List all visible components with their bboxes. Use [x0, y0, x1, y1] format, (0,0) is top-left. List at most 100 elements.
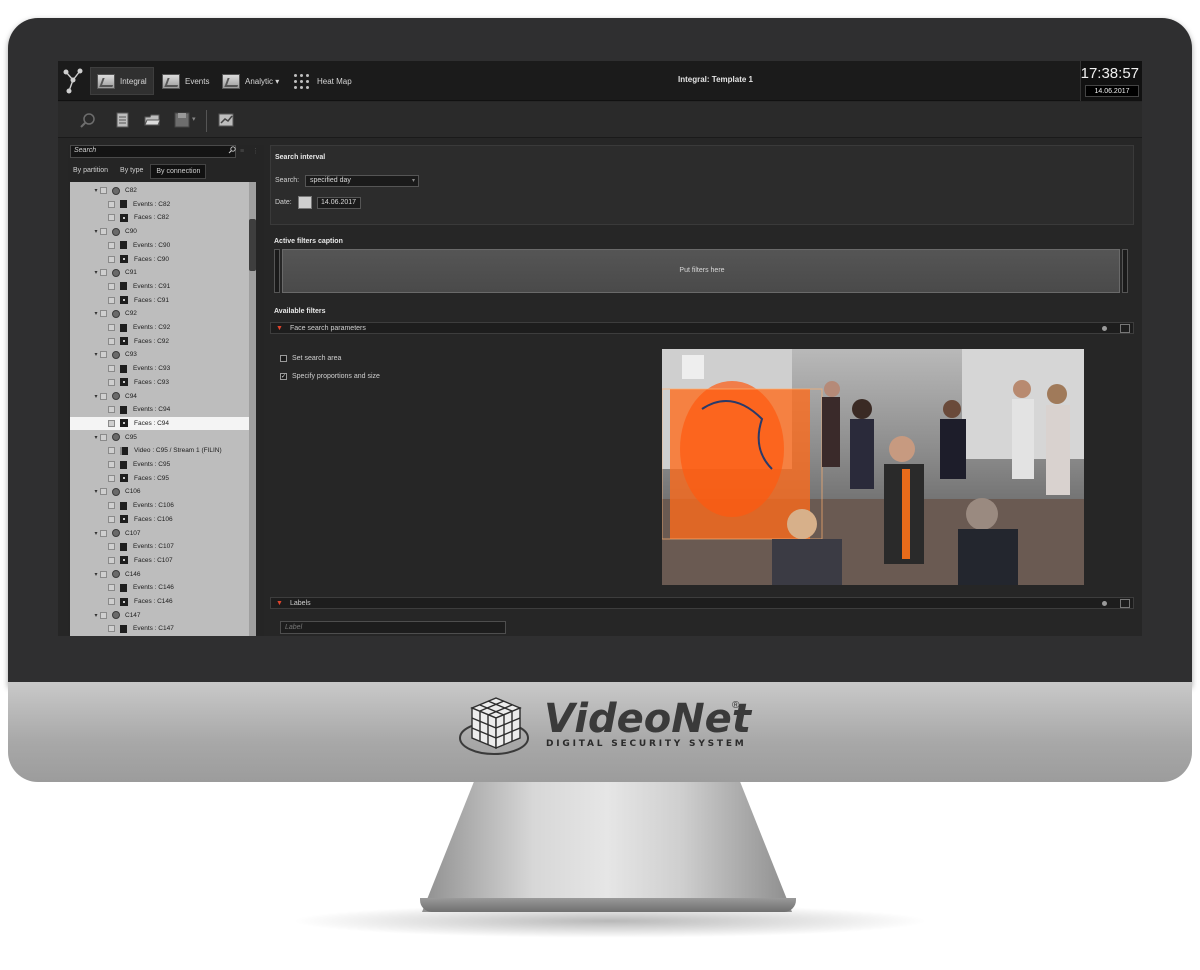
tree-item[interactable]: Faces : C95 [70, 472, 256, 485]
checkbox[interactable] [100, 228, 107, 236]
expand-toggle-icon[interactable]: ▾ [92, 393, 100, 400]
tree-camera-node[interactable]: ▾ C106 [70, 485, 256, 498]
tree-item[interactable]: Events : C82 [70, 198, 256, 211]
proportions-size-option[interactable]: ✓ Specify proportions and size [280, 373, 380, 380]
checkbox[interactable] [108, 584, 115, 592]
tab-by-connection[interactable]: By connection [150, 164, 207, 179]
search-icon[interactable] [228, 146, 236, 154]
tree-item[interactable]: Events : C90 [70, 239, 256, 252]
tree-item[interactable]: Events : C95 [70, 458, 256, 471]
tree-item[interactable]: Faces : C93 [70, 376, 256, 389]
checkbox[interactable] [108, 200, 115, 208]
checkbox[interactable] [100, 529, 107, 537]
tree-camera-node[interactable]: ▾ C107 [70, 527, 256, 540]
expand-toggle-icon[interactable]: ▾ [92, 530, 100, 537]
checkbox[interactable] [108, 365, 115, 373]
expand-toggle-icon[interactable]: ▾ [92, 269, 100, 276]
export-filter-icon[interactable] [1120, 599, 1130, 608]
tree-item[interactable]: Events : C106 [70, 499, 256, 512]
group-menu-icon[interactable] [1102, 601, 1107, 606]
tree-item[interactable]: Faces : C92 [70, 335, 256, 348]
tree-item[interactable]: Faces : C106 [70, 513, 256, 526]
checkbox[interactable] [100, 392, 107, 400]
search-zoom-icon[interactable] [80, 112, 96, 128]
tree-item[interactable]: Faces : C107 [70, 554, 256, 567]
tree-item[interactable]: Faces : C146 [70, 595, 256, 608]
filter-drop-zone[interactable]: Put filters here [282, 249, 1120, 293]
checkbox[interactable] [108, 214, 115, 222]
face-search-group-header[interactable]: ▼ Face search parameters [270, 322, 1134, 334]
expand-toggle-icon[interactable]: ▾ [92, 187, 100, 194]
expand-toggle-icon[interactable]: ▾ [92, 571, 100, 578]
tree-item[interactable]: Video : C95 / Stream 1 (FILIN) [70, 444, 256, 457]
tree-item[interactable]: Faces : C82 [70, 211, 256, 224]
tree-item[interactable]: Events : C146 [70, 581, 256, 594]
tree-item[interactable]: Events : C91 [70, 280, 256, 293]
tab-by-partition[interactable]: By partition [68, 164, 113, 179]
checkbox[interactable] [108, 461, 115, 468]
checkbox[interactable] [108, 625, 115, 633]
search-input[interactable]: Search [70, 145, 236, 158]
tree-camera-node[interactable]: ▾ C146 [70, 568, 256, 581]
expand-toggle-icon[interactable]: ▾ [92, 434, 100, 441]
notebook-icon[interactable] [114, 112, 130, 128]
checkbox[interactable] [100, 611, 107, 619]
tree-camera-node[interactable]: ▾ C93 [70, 348, 256, 361]
checkbox[interactable] [108, 337, 115, 345]
checkbox[interactable] [280, 355, 287, 362]
camera-preview[interactable] [662, 349, 1084, 585]
tab-analytic[interactable]: Analytic ▾ [216, 67, 285, 95]
tab-by-type[interactable]: By type [115, 164, 148, 179]
open-folder-icon[interactable] [144, 112, 160, 128]
tab-integral[interactable]: Integral [90, 67, 154, 95]
tree-item[interactable]: Faces : C91 [70, 294, 256, 307]
tree-camera-node[interactable]: ▾ C91 [70, 266, 256, 279]
checkbox[interactable] [108, 296, 115, 304]
checkbox[interactable] [108, 419, 115, 427]
tree-scrollbar-thumb[interactable] [249, 219, 256, 271]
save-icon[interactable] [174, 112, 190, 128]
tree-item[interactable]: Faces : C90 [70, 253, 256, 266]
tree-item[interactable]: Events : C92 [70, 321, 256, 334]
expand-toggle-icon[interactable]: ▾ [92, 488, 100, 495]
checkbox[interactable] [100, 187, 107, 194]
checkbox[interactable] [100, 310, 107, 318]
checkbox[interactable] [108, 324, 115, 331]
set-search-area-option[interactable]: Set search area [280, 355, 341, 362]
checkbox[interactable] [108, 406, 115, 414]
checkbox[interactable] [108, 502, 115, 510]
checkbox[interactable] [108, 282, 115, 290]
tree-item[interactable]: Events : C93 [70, 362, 256, 375]
checkbox[interactable] [108, 515, 115, 523]
checkbox[interactable] [100, 351, 107, 359]
checkbox[interactable] [108, 378, 115, 386]
app-logo-icon[interactable] [62, 67, 84, 95]
labels-group-header[interactable]: ▼ Labels [270, 597, 1134, 609]
collapse-arrow-icon[interactable]: ▼ [276, 600, 283, 607]
tree-camera-node[interactable]: ▾ C147 [70, 609, 256, 622]
tab-events[interactable]: Events [156, 67, 215, 95]
expand-toggle-icon[interactable]: ▾ [92, 228, 100, 235]
export-filter-icon[interactable] [1120, 324, 1130, 333]
export-icon[interactable] [218, 112, 234, 128]
tree-camera-node[interactable]: ▾ C90 [70, 225, 256, 238]
label-input[interactable]: Label [280, 621, 506, 634]
expand-toggle-icon[interactable]: ▾ [92, 351, 100, 358]
tree-item[interactable]: Events : C147 [70, 622, 256, 635]
tree-camera-node[interactable]: ▾ C92 [70, 307, 256, 320]
expand-toggle-icon[interactable]: ▾ [92, 612, 100, 619]
checkbox[interactable] [108, 556, 115, 564]
checkbox[interactable] [108, 474, 115, 482]
tree-item[interactable]: Events : C94 [70, 403, 256, 416]
checkbox[interactable] [108, 598, 115, 605]
tab-heat-map[interactable]: Heat Map [288, 67, 358, 95]
collapse-arrow-icon[interactable]: ▼ [276, 325, 283, 332]
tree-item[interactable]: Faces : C94 [70, 416, 256, 430]
expand-toggle-icon[interactable]: ▾ [92, 310, 100, 317]
group-menu-icon[interactable] [1102, 326, 1107, 331]
checkbox[interactable] [100, 488, 107, 496]
checkbox[interactable] [100, 269, 107, 277]
checkbox-checked[interactable]: ✓ [280, 373, 287, 380]
checkbox[interactable] [108, 447, 115, 455]
tree-camera-node[interactable]: ▾ C82 [70, 184, 256, 197]
